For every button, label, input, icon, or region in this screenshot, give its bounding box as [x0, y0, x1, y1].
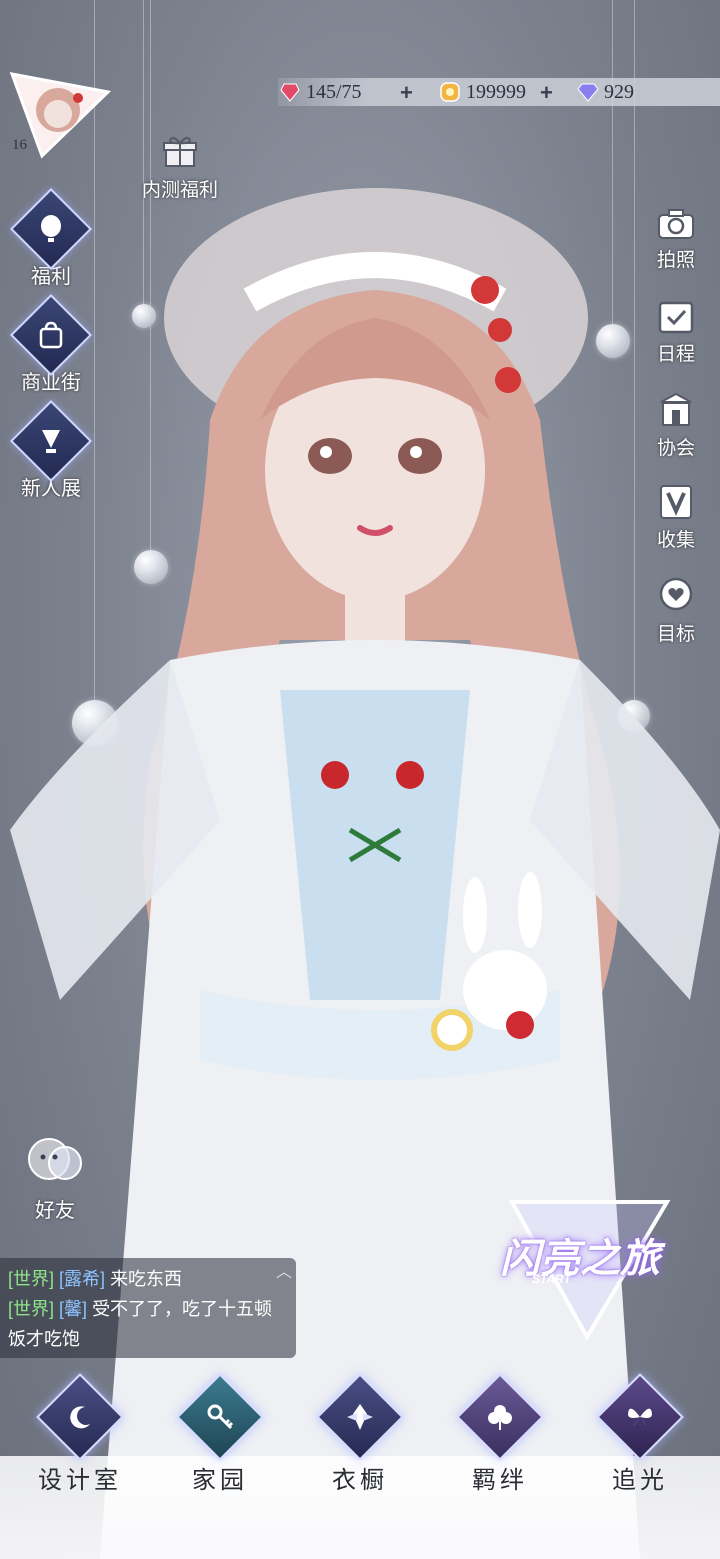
beta-welfare-label: 内测福利: [141, 180, 218, 201]
friends-label: 好友: [35, 1200, 75, 1222]
diamond-display: 929: [576, 78, 634, 106]
right-item-guild[interactable]: 协会: [646, 392, 706, 460]
chat-panel[interactable]: ︿ [世界] [露希] 来吃东西 [世界] [馨] 受不了了，吃了十五顿饭才吃饱: [0, 1258, 296, 1358]
nav-home[interactable]: 家园: [170, 1373, 270, 1495]
right-item-collection[interactable]: 收集: [646, 484, 706, 552]
right-item-label: 拍照: [656, 250, 695, 271]
shopping-bag-icon: [39, 321, 63, 349]
chat-message: [世界] [露希] 来吃东西: [8, 1264, 288, 1294]
gift-box-icon: [163, 137, 197, 167]
currency-bar: 145/75 + 199999 + 929: [278, 78, 720, 106]
right-item-label: 收集: [656, 530, 695, 551]
friends-bubble-icon: [28, 1138, 82, 1180]
nav-design-studio[interactable]: 设计室: [30, 1373, 130, 1495]
hot-air-balloon-icon: [41, 215, 61, 242]
chevron-up-icon[interactable]: ︿: [276, 1258, 292, 1282]
crystal-icon: [347, 1404, 373, 1430]
diamond-icon: [577, 83, 599, 102]
nav-label: 家园: [192, 1468, 248, 1494]
chat-sender[interactable]: [露希]: [59, 1269, 105, 1289]
side-item-welfare[interactable]: 福利: [6, 187, 96, 289]
add-stamina-button[interactable]: +: [400, 80, 413, 106]
trophy-icon: [42, 430, 60, 453]
right-item-schedule[interactable]: 日程: [646, 298, 706, 366]
target-heart-icon: [659, 577, 693, 611]
event-banner[interactable]: 闪亮之旅 START: [492, 1192, 672, 1342]
butterfly-icon: [628, 1408, 652, 1426]
chat-sender[interactable]: [馨]: [59, 1299, 87, 1319]
event-banner-subtitle: START: [532, 1272, 571, 1286]
friends-button[interactable]: 好友: [20, 1135, 90, 1223]
calendar-check-icon: [658, 301, 694, 334]
gold-coin-icon: [440, 82, 460, 102]
right-item-label: 日程: [656, 344, 695, 365]
side-item-shopping-street[interactable]: 商业街: [6, 293, 96, 395]
heart-gem-icon: [280, 83, 300, 102]
clover-icon: [488, 1405, 512, 1430]
collection-v-icon: [660, 485, 692, 519]
side-item-newcomer-exhibit[interactable]: 新人展: [6, 399, 96, 501]
stamina-display: 145/75: [278, 78, 362, 106]
right-item-photo[interactable]: 拍照: [646, 208, 706, 272]
gold-value: 199999: [466, 80, 526, 103]
chat-message: [世界] [馨] 受不了了，吃了十五顿饭才吃饱: [8, 1294, 288, 1354]
guild-hall-icon: [660, 392, 692, 426]
nav-label: 追光: [612, 1468, 668, 1494]
right-item-label: 协会: [656, 438, 695, 459]
right-item-target[interactable]: 目标: [646, 576, 706, 646]
chat-channel: [世界]: [8, 1299, 55, 1319]
stamina-value: 145/75: [306, 80, 362, 103]
nav-label: 衣橱: [332, 1468, 388, 1494]
nav-bond[interactable]: 羁绊: [450, 1373, 550, 1495]
beta-welfare-button[interactable]: 内测福利: [132, 134, 228, 202]
camera-icon: [658, 209, 694, 239]
gold-display: 199999: [438, 78, 526, 106]
chat-text: 来吃东西: [110, 1269, 183, 1289]
player-level: 16: [12, 137, 27, 153]
moon-pen-icon: [70, 1406, 90, 1429]
event-banner-title: 闪亮之旅: [500, 1235, 660, 1282]
nav-wardrobe[interactable]: 衣橱: [310, 1373, 410, 1495]
diamond-value: 929: [604, 80, 634, 103]
nav-label: 羁绊: [472, 1468, 528, 1494]
key-icon: [207, 1404, 234, 1430]
nav-label: 设计室: [38, 1468, 122, 1494]
add-gold-button[interactable]: +: [540, 80, 553, 106]
right-item-label: 目标: [656, 624, 695, 645]
nav-chase-light[interactable]: 追光: [590, 1373, 690, 1495]
chat-channel: [世界]: [8, 1269, 55, 1289]
